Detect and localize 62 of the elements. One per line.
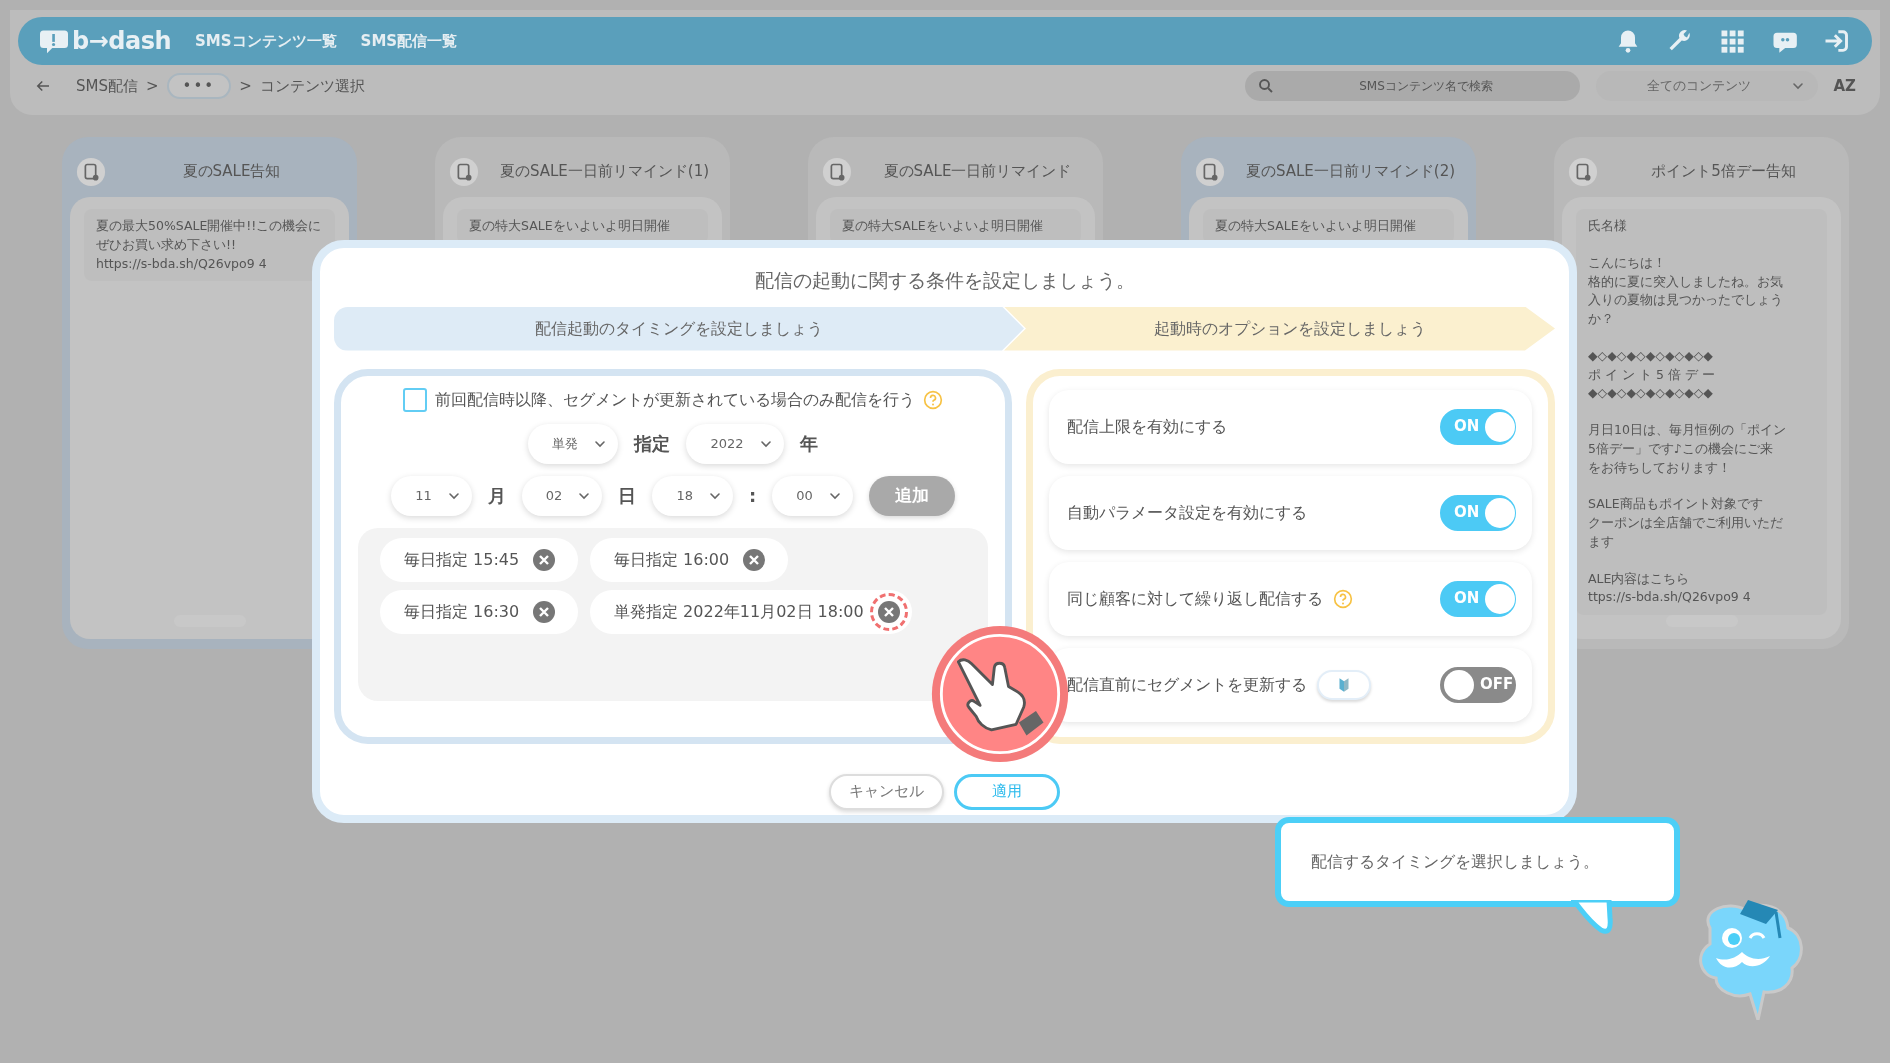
breadcrumb-separator: > <box>239 75 252 97</box>
card-title: 夏のSALE一日前リマインド(2) <box>1244 161 1457 183</box>
search-input[interactable]: SMSコンテンツ名で検索 <box>1284 76 1568 96</box>
option-label: 配信直前にセグメントを更新する <box>1067 673 1307 696</box>
message-preview: 夏の最大50%SALE開催中!!この機会にぜひお買い求め下さい!! https://s-bda.sh/Q26vpo9 4 <box>84 209 335 282</box>
more-button[interactable]: ••• <box>166 72 232 100</box>
message-preview: 氏名様 こんにちは！ 格的に夏に突入しましたね。お気 入りの夏物は見つかったでしょう か？ ◆◇◆◇◆◇◆◇◆◇◆◇◆ ポ イ ン ト 5 倍 デ ー ◆◇◆◇◆◇◆◇◆◇◆◇◆ 月日10日は、毎月恒例の「ポイン 5倍デー」です♪この機会にご来 をお待ちしております！ SALE商品もポイント対象です クーポンは全店舗でご利用いただ ます ALE内容はこちら ttps://s-bda.sh/Q26vpo9 4 <box>1576 209 1827 615</box>
sms-icon <box>822 157 852 187</box>
sms-icon <box>76 157 106 187</box>
close-icon <box>532 547 557 572</box>
option-label: 同じ顧客に対して繰り返し配信する <box>1067 587 1323 610</box>
search-field[interactable]: SMSコンテンツ名で検索 <box>1244 71 1580 101</box>
toggle-switch[interactable]: OFF <box>1440 666 1516 703</box>
dropdown[interactable]: 11 <box>391 475 472 516</box>
sms-icon <box>449 157 479 187</box>
breadcrumb-separator: > <box>146 75 159 97</box>
checkbox-label: 前回配信時以降、セグメントが更新されている場合のみ配信を行う <box>435 388 915 411</box>
sms-icon <box>1195 157 1225 187</box>
dropdown[interactable]: 単発 <box>528 423 619 464</box>
logo-text: b→dash <box>72 26 172 57</box>
field-label: 月 <box>487 484 506 508</box>
step-banner: 配信起動のタイミングを設定しましょう <box>334 306 1024 351</box>
schedule-chip: 毎日指定 15:45 <box>380 537 578 582</box>
nav-link[interactable]: SMSコンテンツ一覧 <box>195 29 337 53</box>
dropdown[interactable]: 00 <box>772 475 853 516</box>
cancel-button[interactable]: キャンセル <box>829 773 944 810</box>
close-icon <box>532 599 557 624</box>
filter-dropdown[interactable]: 全てのコンテンツ <box>1595 71 1818 101</box>
breadcrumb-current: コンテンツ選択 <box>259 75 365 97</box>
breadcrumb-link[interactable]: SMS配信 <box>76 74 138 98</box>
content-card[interactable] <box>1554 137 1849 649</box>
beginner-button[interactable] <box>1317 669 1371 700</box>
card-title: 夏のSALE一日前リマインド <box>882 161 1073 183</box>
schedule-chip: 毎日指定 16:00 <box>590 537 788 582</box>
modal-title: 配信の起動に関する条件を設定しましょう。 <box>754 268 1135 293</box>
card-title: ポイント5倍デー告知 <box>1650 161 1797 183</box>
dropdown[interactable]: 2022 <box>686 423 784 464</box>
option-label: 配信上限を有効にする <box>1067 415 1227 438</box>
card-title: 夏のSALE告知 <box>181 161 282 183</box>
schedule-chip: 単発指定 2022年11月02日 18:00 <box>590 589 912 634</box>
dropdown[interactable]: 18 <box>652 475 733 516</box>
help-icon[interactable] <box>923 389 943 410</box>
step-banner: 起動時のオプションを設定しましょう <box>1004 306 1555 351</box>
field-label: 年 <box>799 432 818 456</box>
field-label: 日 <box>618 484 637 508</box>
nav-link[interactable]: SMS配信一覧 <box>360 29 458 53</box>
field-label: : <box>748 484 757 508</box>
search-icon <box>1256 77 1275 95</box>
checkbox[interactable] <box>403 387 427 412</box>
remove-button[interactable] <box>869 592 908 631</box>
field-label: 指定 <box>634 432 671 456</box>
dropdown[interactable]: 02 <box>521 475 603 516</box>
option-label: 自動パラメータ設定を有効にする <box>1067 501 1307 524</box>
sort-toggle[interactable]: AZ <box>1833 74 1856 98</box>
close-icon <box>876 599 901 624</box>
tip-text: 配信するタイミングを選択しましょう。 <box>1311 851 1599 873</box>
sms-icon <box>1568 157 1598 187</box>
card-title: 夏のSALE一日前リマインド(1) <box>498 161 711 183</box>
help-icon[interactable] <box>1333 588 1353 609</box>
close-icon <box>742 547 767 572</box>
schedule-chip: 毎日指定 16:30 <box>380 589 578 634</box>
apply-button[interactable]: 適用 <box>954 773 1060 810</box>
